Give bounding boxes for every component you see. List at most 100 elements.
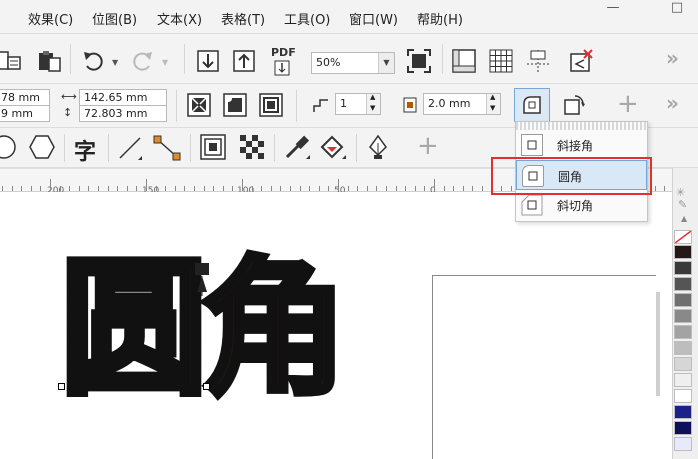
height-field[interactable]: 72.803 mm bbox=[79, 105, 167, 122]
color-swatch[interactable] bbox=[674, 245, 692, 259]
menu-window[interactable]: 窗口(W) bbox=[349, 9, 398, 28]
eyedropper-tool-icon[interactable] bbox=[282, 133, 310, 161]
corner-type-button[interactable] bbox=[514, 88, 550, 122]
redo-icon[interactable] bbox=[128, 46, 158, 76]
ruler-tick bbox=[654, 186, 656, 191]
ruler-tick bbox=[50, 179, 51, 191]
canvas-char-corner[interactable]: 角 bbox=[197, 252, 351, 406]
interactive-fill-icon[interactable] bbox=[318, 133, 348, 161]
miter-corner-icon bbox=[521, 134, 543, 156]
guidelines-icon[interactable] bbox=[523, 46, 553, 76]
height-icon: ↕ bbox=[63, 106, 73, 119]
selection-handle[interactable] bbox=[203, 383, 210, 390]
menu-item-miter[interactable]: 斜接角 bbox=[516, 130, 647, 160]
corner-size-spinner[interactable]: ▲ ▼ bbox=[486, 93, 500, 114]
undo-icon[interactable] bbox=[78, 46, 108, 76]
eyedropper-panel-icon[interactable]: ✎ bbox=[678, 198, 687, 211]
clipboard-icon[interactable] bbox=[34, 46, 64, 76]
menu-grip bbox=[516, 122, 647, 130]
export-icon[interactable] bbox=[0, 46, 24, 76]
export-file-icon[interactable] bbox=[229, 46, 259, 76]
ellipse-tool-icon[interactable] bbox=[0, 134, 18, 160]
menu-help[interactable]: 帮助(H) bbox=[417, 9, 463, 28]
ruler-tick bbox=[270, 186, 272, 191]
x-position-value: 78 mm bbox=[1, 91, 40, 104]
ruler-tick bbox=[11, 186, 13, 191]
import-icon[interactable] bbox=[193, 46, 223, 76]
color-swatch[interactable] bbox=[674, 421, 692, 435]
ruler-tick bbox=[386, 186, 387, 191]
color-swatch[interactable] bbox=[674, 325, 692, 339]
connector-tool-icon[interactable] bbox=[152, 134, 184, 162]
text-tool-icon[interactable]: 字 bbox=[74, 134, 96, 166]
add-toolbar-button[interactable]: + bbox=[617, 91, 639, 117]
page-border bbox=[432, 275, 656, 459]
color-swatch[interactable] bbox=[674, 389, 692, 403]
ruler-tick bbox=[136, 186, 138, 191]
ruler-tick bbox=[30, 186, 32, 191]
canvas-char-round[interactable]: 圆 bbox=[57, 252, 211, 406]
property-overflow-icon[interactable]: » bbox=[666, 91, 679, 115]
width-icon: ⟷ bbox=[61, 90, 77, 103]
ruler-tick bbox=[261, 186, 263, 191]
undo-dropdown-icon[interactable]: ▼ bbox=[112, 58, 118, 67]
outline-pen-icon[interactable] bbox=[364, 133, 392, 161]
ruler-tick bbox=[462, 186, 464, 191]
dimension-tool-icon[interactable] bbox=[116, 134, 144, 162]
grid-icon[interactable] bbox=[486, 46, 516, 76]
menu-table[interactable]: 表格(T) bbox=[221, 9, 265, 28]
color-swatch[interactable] bbox=[674, 293, 692, 307]
corner-count-value: 1 bbox=[340, 97, 347, 110]
selection-handle[interactable] bbox=[58, 383, 65, 390]
ruler-tick bbox=[414, 186, 416, 191]
snap-off-icon[interactable] bbox=[566, 46, 596, 76]
color-swatch[interactable] bbox=[674, 405, 692, 419]
menu-text[interactable]: 文本(X) bbox=[157, 9, 202, 28]
zoom-dropdown-icon[interactable]: ▼ bbox=[378, 53, 394, 73]
corner-chamfer-icon[interactable] bbox=[256, 90, 286, 120]
ruler-tick bbox=[309, 186, 311, 191]
menu-bitmaps[interactable]: 位图(B) bbox=[92, 9, 137, 28]
toolbar-overflow-icon[interactable]: » bbox=[666, 46, 679, 70]
minimize-button[interactable]: — bbox=[598, 0, 628, 20]
ruler-tick bbox=[376, 186, 378, 191]
rulers-icon[interactable] bbox=[449, 46, 479, 76]
ruler-tick bbox=[443, 186, 445, 191]
publish-pdf-icon[interactable]: PDF bbox=[268, 46, 298, 76]
add-tool-button[interactable]: + bbox=[417, 133, 439, 159]
ruler-tick bbox=[174, 186, 176, 191]
menu-bar: 效果(C) 位图(B) 文本(X) 表格(T) 工具(O) 窗口(W) 帮助(H… bbox=[0, 0, 698, 34]
ruler-tick bbox=[203, 186, 205, 191]
color-swatch[interactable] bbox=[674, 261, 692, 275]
color-swatch[interactable] bbox=[674, 437, 692, 451]
ruler-tick bbox=[59, 186, 61, 191]
ruler-tick bbox=[155, 186, 157, 191]
y-position-field[interactable]: 9 mm bbox=[0, 105, 50, 122]
polygon-tool-icon[interactable] bbox=[28, 134, 56, 160]
node-handle-icon[interactable] bbox=[193, 262, 211, 296]
contour-tool-icon[interactable] bbox=[199, 133, 227, 161]
color-swatch[interactable] bbox=[674, 373, 692, 387]
rotate-shape-icon[interactable] bbox=[559, 90, 589, 120]
x-position-field[interactable]: 78 mm bbox=[0, 89, 50, 106]
color-swatch[interactable] bbox=[674, 357, 692, 371]
menu-tools[interactable]: 工具(O) bbox=[284, 9, 330, 28]
bevel-corner-icon bbox=[521, 194, 543, 216]
width-field[interactable]: 142.65 mm bbox=[79, 89, 167, 106]
color-swatch[interactable] bbox=[674, 309, 692, 323]
color-swatch[interactable] bbox=[674, 277, 692, 291]
redo-dropdown-icon[interactable]: ▼ bbox=[162, 58, 168, 67]
no-color-swatch[interactable] bbox=[674, 230, 692, 244]
transparency-tool-icon[interactable] bbox=[238, 133, 266, 161]
corner-round-icon[interactable] bbox=[184, 90, 214, 120]
corner-scallop-icon[interactable] bbox=[220, 90, 250, 120]
ruler-tick bbox=[21, 186, 23, 191]
menu-effects[interactable]: 效果(C) bbox=[28, 9, 73, 28]
palette-scroll-up-icon[interactable]: ▲ bbox=[681, 214, 687, 223]
full-screen-icon[interactable] bbox=[404, 46, 434, 76]
corner-count-spinner[interactable]: ▲ ▼ bbox=[366, 93, 380, 114]
restore-button[interactable]: □ bbox=[662, 0, 692, 20]
ruler-tick bbox=[2, 186, 3, 191]
color-swatch[interactable] bbox=[674, 341, 692, 355]
step-corner-icon bbox=[313, 99, 328, 112]
